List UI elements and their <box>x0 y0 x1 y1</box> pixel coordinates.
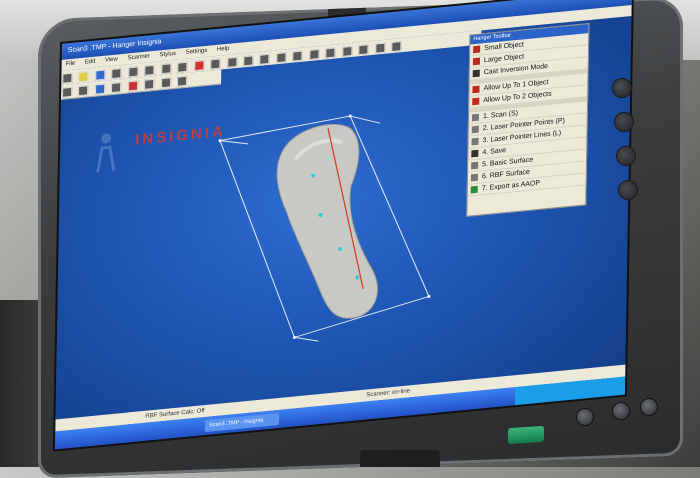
tablet-side-button[interactable] <box>616 146 636 166</box>
points-icon <box>471 125 479 134</box>
tablet-hinge <box>360 450 440 467</box>
surface-icon <box>471 161 479 170</box>
tablet-side-button[interactable] <box>618 180 638 200</box>
cast-icon <box>472 69 480 78</box>
bbox-vertex <box>292 335 296 339</box>
tablet-screen: Scan3 .TMP - Hanger Insignia File Edit V… <box>52 0 634 452</box>
export-icon <box>470 185 478 194</box>
lines-icon <box>471 137 479 146</box>
red-square-icon <box>472 57 481 66</box>
tablet-bottom-button[interactable] <box>640 398 658 416</box>
tablet-side-button[interactable] <box>614 112 634 132</box>
tablet-side-button[interactable] <box>612 78 632 98</box>
red-square-icon <box>472 85 480 94</box>
limb-scan-model[interactable] <box>274 120 380 326</box>
brand-badge <box>508 425 544 445</box>
scan-icon <box>471 113 480 122</box>
rbf-icon <box>470 173 478 182</box>
red-square-icon <box>472 97 480 106</box>
save-icon <box>471 149 479 158</box>
tablet-bottom-button[interactable] <box>612 402 630 420</box>
bbox-vertex <box>218 139 222 143</box>
power-button[interactable] <box>576 408 594 426</box>
red-square-icon <box>473 45 481 54</box>
taskbar-app-button[interactable]: Scan3 .TMP - Insignia <box>204 412 280 433</box>
hanger-toolbox: Hanger Toolbar Small Object Large Object… <box>466 23 590 217</box>
